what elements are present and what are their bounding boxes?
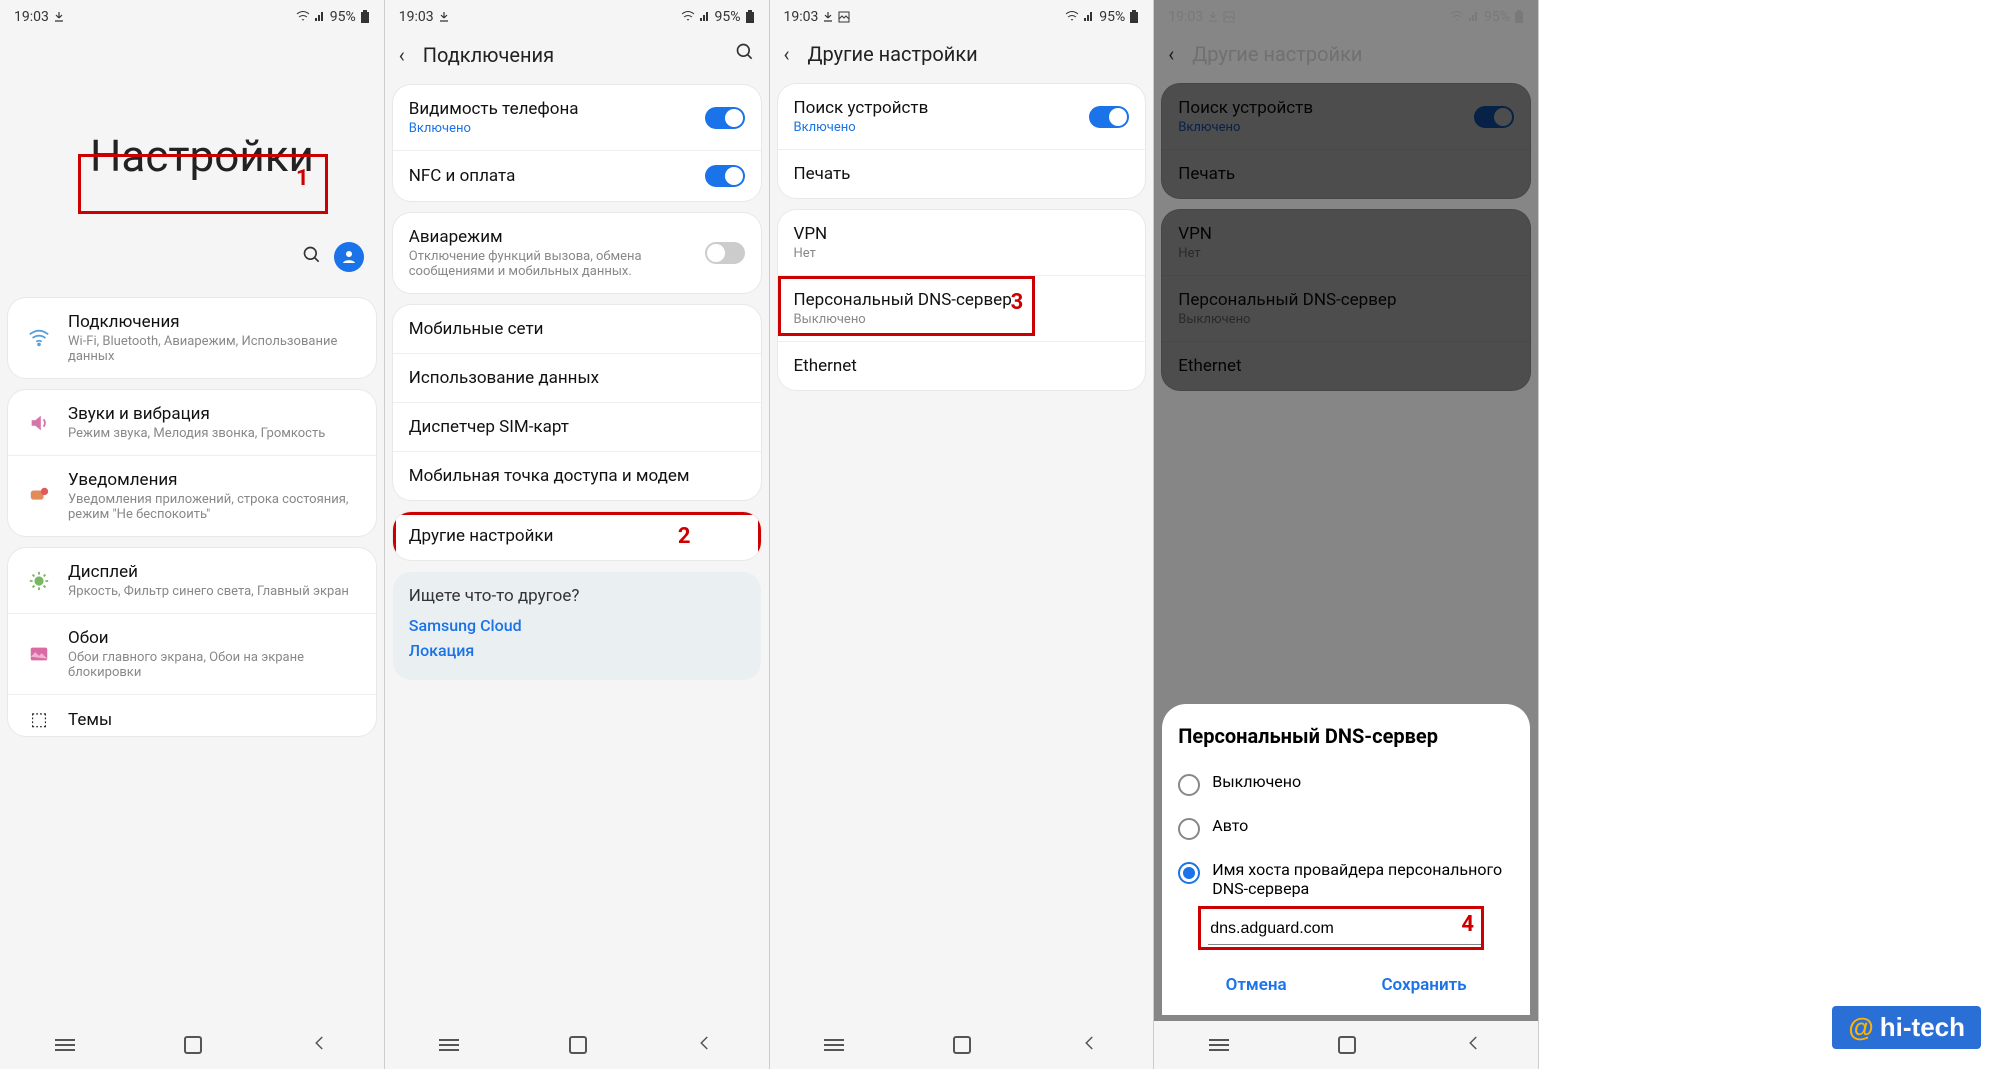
settings-row-themes[interactable]: ⬚ Темы: [8, 694, 376, 736]
screen-3-more-settings: 19:03 95% ‹ Другие настройки Поиск устро…: [770, 0, 1155, 1069]
display-icon: [24, 570, 54, 592]
nav-home-icon[interactable]: [569, 1036, 587, 1054]
status-bar: 19:03 95%: [770, 0, 1154, 30]
nav-back-icon[interactable]: [1081, 1034, 1099, 1057]
wifi-icon: [296, 11, 310, 23]
settings-row-wallpaper[interactable]: ОбоиОбои главного экрана, Обои на экране…: [8, 613, 376, 694]
status-time: 19:03: [14, 9, 49, 25]
highlight-box-2: [393, 512, 761, 560]
page-title: Другие настройки: [808, 42, 1140, 66]
watermark: @hi-tech: [1832, 1006, 1981, 1049]
nav-bar: [0, 1021, 384, 1069]
toggle-device-discovery[interactable]: [1089, 106, 1129, 128]
back-icon[interactable]: ‹: [399, 43, 405, 67]
radio-auto[interactable]: Авто: [1178, 806, 1514, 850]
account-avatar-icon[interactable]: [334, 242, 364, 272]
highlight-box-4: [1198, 906, 1484, 950]
marker-4: 4: [1461, 912, 1474, 937]
row-device-discovery[interactable]: Поиск устройствВключено: [778, 84, 1146, 149]
row-mobile-networks[interactable]: Мобильные сети: [393, 305, 761, 353]
nav-home-icon[interactable]: [1338, 1036, 1356, 1054]
looking-for-card: Ищете что-то другое? Samsung Cloud Локац…: [393, 572, 761, 680]
row-print[interactable]: Печать: [778, 149, 1146, 198]
nav-home-icon[interactable]: [184, 1036, 202, 1054]
nav-back-icon[interactable]: [1465, 1034, 1483, 1057]
status-bar: 19:03 95%: [0, 0, 384, 30]
marker-1: 1: [296, 166, 309, 191]
page-title: Подключения: [423, 43, 735, 67]
nav-recent-icon[interactable]: [824, 1044, 844, 1046]
toggle-airplane[interactable]: [705, 242, 745, 264]
highlight-box-1: [78, 154, 328, 214]
row-ethernet: Ethernet: [778, 341, 1146, 390]
row-hotspot[interactable]: Мобильная точка доступа и модем: [393, 451, 761, 500]
themes-icon: ⬚: [24, 709, 54, 730]
radio-off[interactable]: Выключено: [1178, 762, 1514, 806]
nav-recent-icon[interactable]: [439, 1044, 459, 1046]
status-bar: 19:03 95%: [385, 0, 769, 30]
private-dns-dialog: Персональный DNS-сервер Выключено Авто И…: [1162, 704, 1530, 1015]
link-samsung-cloud[interactable]: Samsung Cloud: [409, 616, 745, 635]
battery-icon: [360, 10, 370, 24]
row-airplane[interactable]: АвиарежимОтключение функций вызова, обме…: [393, 213, 761, 293]
toggle-phone-visibility[interactable]: [705, 107, 745, 129]
highlight-box-3: [778, 276, 1036, 336]
cancel-button[interactable]: Отмена: [1216, 965, 1297, 1005]
back-icon[interactable]: ‹: [784, 42, 790, 66]
save-button[interactable]: Сохранить: [1371, 965, 1476, 1005]
row-vpn[interactable]: VPNНет: [778, 210, 1146, 275]
nav-home-icon[interactable]: [953, 1036, 971, 1054]
settings-row-sounds[interactable]: Звуки и вибрацияРежим звука, Мелодия зво…: [8, 390, 376, 455]
toggle-nfc[interactable]: [705, 165, 745, 187]
dialog-title: Персональный DNS-сервер: [1178, 724, 1514, 748]
link-location[interactable]: Локация: [409, 641, 745, 660]
image-icon: [838, 11, 850, 23]
screen-2-connections: 19:03 95% ‹ Подключения Видимость телефо…: [385, 0, 770, 1069]
marker-2: 2: [678, 524, 691, 549]
search-icon[interactable]: [735, 42, 755, 67]
battery-pct: 95%: [330, 9, 356, 25]
settings-row-display[interactable]: ДисплейЯркость, Фильтр синего света, Гла…: [8, 548, 376, 613]
settings-row-notif[interactable]: УведомленияУведомления приложений, строк…: [8, 455, 376, 536]
row-sim-manager[interactable]: Диспетчер SIM-карт: [393, 402, 761, 451]
screen-1-settings: 19:03 95% Настройки 1 ПодключенияWi-Fi, …: [0, 0, 385, 1069]
signal-icon: [314, 11, 326, 23]
nav-recent-icon[interactable]: [1209, 1044, 1229, 1046]
row-nfc[interactable]: NFC и оплата: [393, 150, 761, 201]
nav-back-icon[interactable]: [696, 1034, 714, 1057]
wallpaper-icon: [24, 643, 54, 665]
row-phone-visibility[interactable]: Видимость телефонаВключено: [393, 85, 761, 150]
marker-3: 3: [1011, 290, 1024, 315]
wifi-icon: [24, 327, 54, 349]
screen-4-dns-dialog: 19:03 95% ‹ Другие настройки Поиск устро…: [1154, 0, 1539, 1069]
search-icon[interactable]: [302, 245, 322, 269]
settings-row-connections[interactable]: ПодключенияWi-Fi, Bluetooth, Авиарежим, …: [8, 298, 376, 378]
download-icon: [53, 11, 65, 23]
nav-recent-icon[interactable]: [55, 1044, 75, 1046]
nav-back-icon[interactable]: [311, 1034, 329, 1057]
download-icon: [438, 11, 450, 23]
radio-hostname[interactable]: Имя хоста провайдера персонального DNS-с…: [1178, 850, 1514, 908]
row-data-usage[interactable]: Использование данных: [393, 353, 761, 402]
notification-icon: [24, 485, 54, 507]
sound-icon: [24, 412, 54, 434]
